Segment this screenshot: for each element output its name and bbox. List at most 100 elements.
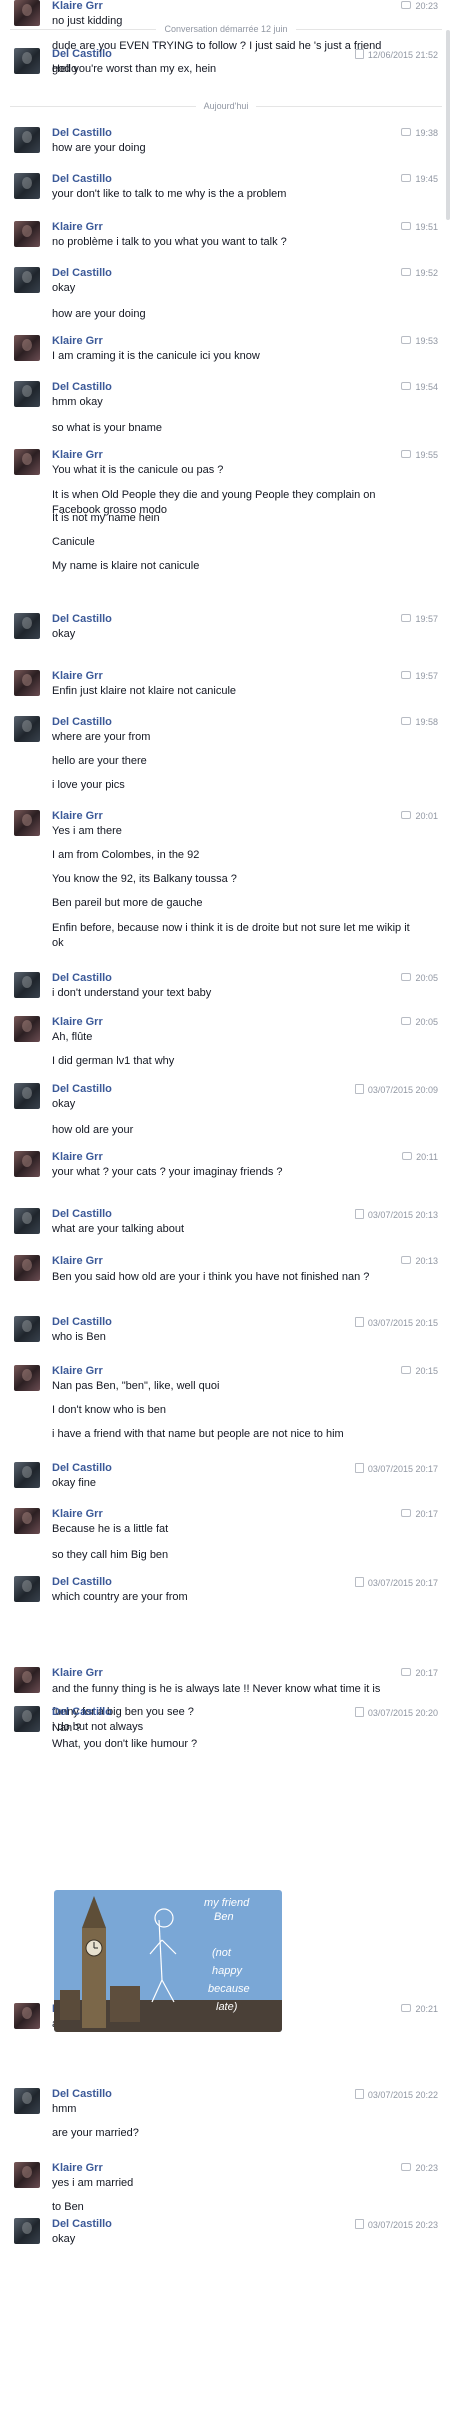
avatar[interactable] (14, 449, 40, 475)
chat-icon (401, 1256, 412, 1264)
timestamp-text: 19:52 (415, 268, 438, 278)
timestamp: 20:05 (401, 1017, 438, 1027)
avatar[interactable] (14, 1508, 40, 1534)
sender-name[interactable]: Del Castillo (52, 1083, 112, 1095)
message-text: okay (52, 2233, 76, 2245)
chat-icon (401, 1366, 412, 1374)
sender-name[interactable]: Klaire Grr (52, 221, 103, 233)
avatar[interactable] (14, 221, 40, 247)
sender-name[interactable]: Klaire Grr (52, 1255, 103, 1267)
avatar[interactable] (14, 1255, 40, 1281)
avatar[interactable] (14, 1083, 40, 1109)
message-text: yes i am married (52, 2177, 134, 2189)
sender-name[interactable]: Del Castillo (52, 2218, 112, 2230)
big-ben-photo[interactable]: my friend Ben (not happy because late) (54, 1890, 282, 2032)
avatar[interactable] (14, 1016, 40, 1042)
sender-name[interactable]: Klaire Grr (52, 1016, 103, 1028)
sender-name[interactable]: Del Castillo (52, 972, 112, 984)
chat-icon (401, 1509, 412, 1517)
avatar[interactable] (14, 2218, 40, 2244)
avatar[interactable] (14, 2003, 40, 2029)
sender-name[interactable]: Klaire Grr (52, 0, 103, 12)
timestamp-text: 19:38 (415, 128, 438, 138)
message-text: I did german lv1 that why (52, 1055, 175, 1067)
sender-name[interactable]: Klaire Grr (52, 1365, 103, 1377)
avatar[interactable] (14, 1462, 40, 1488)
message-text: how old are your (52, 1124, 134, 1136)
timestamp-text: 03/07/2015 20:17 (367, 1578, 438, 1588)
timestamp-text: 03/07/2015 20:15 (367, 1318, 438, 1328)
message-text: who is Ben (52, 1331, 106, 1343)
timestamp: 19:45 (401, 174, 438, 184)
timestamp-text: 03/07/2015 20:09 (367, 1085, 438, 1095)
avatar[interactable] (14, 670, 40, 696)
avatar[interactable] (14, 2088, 40, 2114)
avatar[interactable] (14, 1365, 40, 1391)
sender-name[interactable]: Klaire Grr (52, 1151, 103, 1163)
message-text: to Ben (52, 2201, 84, 2213)
timestamp: 20:23 (401, 2163, 438, 2173)
mobile-icon (354, 2089, 364, 2099)
sender-name[interactable]: Del Castillo (52, 2088, 112, 2100)
sender-name[interactable]: Klaire Grr (52, 810, 103, 822)
message-text: okay fine (52, 1477, 97, 1489)
avatar[interactable] (14, 381, 40, 407)
big-ben-image: my friend Ben (not happy because late) (54, 1890, 282, 2032)
avatar[interactable] (14, 335, 40, 361)
sender-name[interactable]: Del Castillo (52, 1576, 112, 1588)
sender-name[interactable]: Klaire Grr (52, 449, 103, 461)
avatar[interactable] (14, 1576, 40, 1602)
message-text: Ah, flûte (52, 1031, 93, 1043)
avatar[interactable] (14, 613, 40, 639)
sender-name[interactable]: Klaire Grr (52, 670, 103, 682)
avatar[interactable] (14, 127, 40, 153)
sender-name[interactable]: Klaire Grr (52, 1508, 103, 1520)
message-text: Canicule (52, 536, 95, 548)
timestamp: 19:38 (401, 128, 438, 138)
photo-note-2: Ben (214, 1911, 234, 1923)
avatar[interactable] (14, 1151, 40, 1177)
chat-icon (401, 382, 412, 390)
message-text: Enfin just klaire not klaire not canicul… (52, 685, 237, 697)
avatar[interactable] (14, 48, 40, 74)
sender-name[interactable]: Del Castillo (52, 127, 112, 139)
sender-name[interactable]: Del Castillo (52, 1316, 112, 1328)
sender-name[interactable]: Del Castillo (52, 267, 112, 279)
sender-name[interactable]: Del Castillo (52, 173, 112, 185)
sender-name[interactable]: Del Castillo (52, 1208, 112, 1220)
avatar[interactable] (14, 2162, 40, 2188)
sender-name[interactable]: Del Castillo (52, 381, 112, 393)
avatar[interactable] (14, 267, 40, 293)
avatar[interactable] (14, 1706, 40, 1732)
sender-name[interactable]: Klaire Grr (52, 335, 103, 347)
message-text: how are your doing (52, 142, 146, 154)
message-text: are your married? (52, 2127, 139, 2139)
avatar[interactable] (14, 1208, 40, 1234)
scrollbar[interactable] (446, 30, 450, 220)
timestamp: 20:17 (401, 1509, 438, 1519)
sender-name[interactable]: Del Castillo (52, 1706, 112, 1718)
avatar[interactable] (14, 1667, 40, 1693)
sender-name[interactable]: Del Castillo (52, 716, 112, 728)
sender-name[interactable]: Del Castillo (52, 1462, 112, 1474)
timestamp-text: 20:11 (416, 1152, 438, 1162)
sender-name[interactable]: Klaire Grr (52, 2162, 103, 2174)
avatar[interactable] (14, 810, 40, 836)
mobile-icon (354, 1317, 364, 1327)
sender-name[interactable]: Klaire Grr (52, 1667, 103, 1679)
timestamp: 19:51 (401, 222, 438, 232)
photo-note-6: late) (216, 2001, 238, 2013)
sender-name[interactable]: Del Castillo (52, 613, 112, 625)
photo-note-4: happy (212, 1965, 243, 1977)
timestamp-text: 20:23 (415, 1, 438, 11)
avatar[interactable] (14, 173, 40, 199)
message-text: Yes i am there (52, 825, 122, 837)
photo-note-3: (not (212, 1947, 232, 1959)
message-text: how are your doing (52, 308, 146, 320)
avatar[interactable] (14, 0, 40, 26)
avatar[interactable] (14, 1316, 40, 1342)
message-text: i do but not always (52, 1721, 144, 1733)
avatar[interactable] (14, 716, 40, 742)
avatar[interactable] (14, 972, 40, 998)
message-text: Ben pareil but more de gauche (52, 897, 203, 909)
